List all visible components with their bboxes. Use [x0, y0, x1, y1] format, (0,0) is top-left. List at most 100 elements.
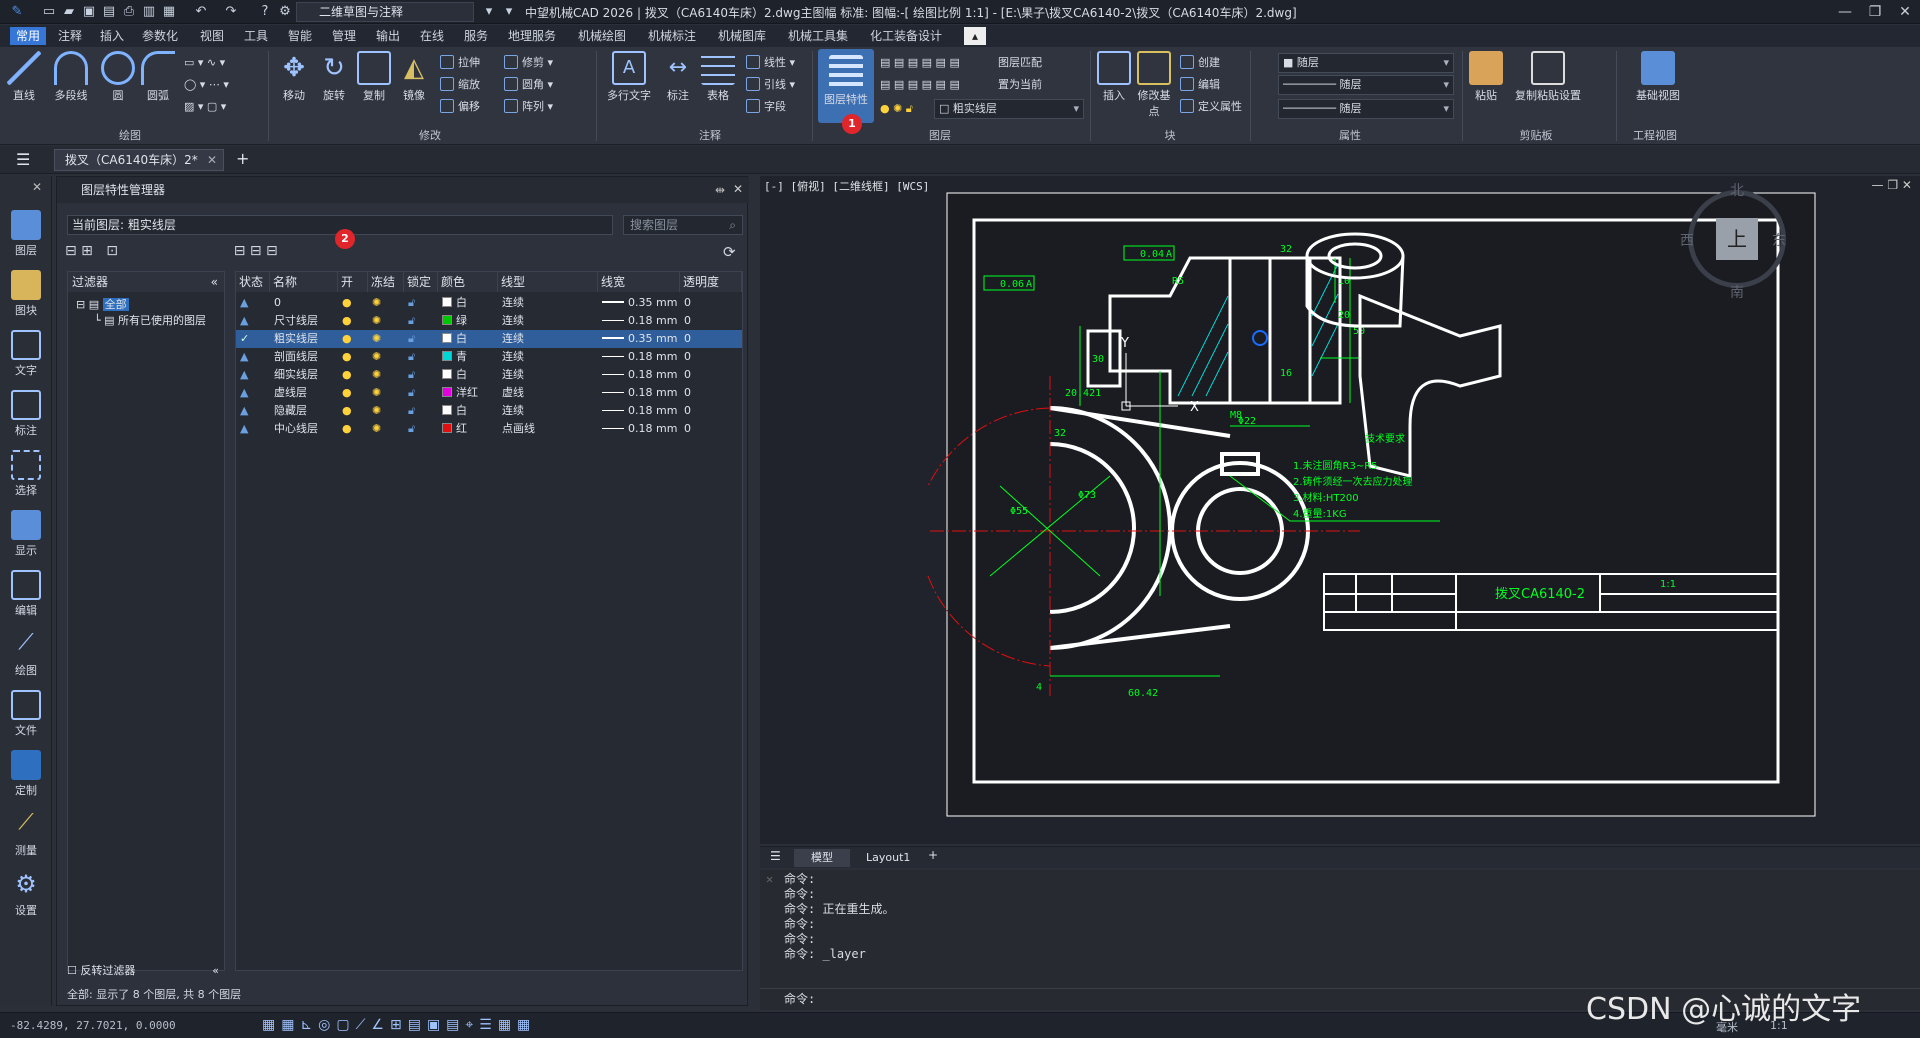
layer-row[interactable]: ✓ 粗实线层 ● ✺ 🔓︎ 白 连续 0.35 mm 0: [236, 330, 742, 348]
leader-button[interactable]: 引线 ▾: [746, 75, 795, 95]
sun-freeze-icon[interactable]: ✺: [372, 312, 381, 330]
tool-select[interactable]: 选择: [4, 446, 48, 502]
layer-row[interactable]: ▲ 细实线层 ● ✺ 🔓︎ 白 连续 0.18 mm 0: [236, 366, 742, 384]
refresh-icon[interactable]: ⟳: [723, 243, 736, 261]
current-layer-dropdown[interactable]: □ 粗实线层: [934, 99, 1084, 119]
layer-lineweight[interactable]: 0.18 mm: [602, 402, 677, 420]
lock-icon[interactable]: 🔓︎: [408, 348, 415, 366]
layer-tools-row2[interactable]: ▤ ▤ ▤ ▤ ▤ ▤: [880, 75, 960, 95]
trim-button[interactable]: 修剪 ▾: [504, 53, 553, 73]
move-button[interactable]: ✥ 移动: [276, 51, 312, 103]
annotate-group-label[interactable]: 注释: [680, 127, 740, 143]
draw-group-label[interactable]: 绘图: [100, 127, 160, 143]
define-attribute-button[interactable]: 定义属性: [1180, 97, 1242, 117]
lock-icon[interactable]: 🔓︎: [408, 384, 415, 402]
col-status[interactable]: 状态: [236, 272, 270, 292]
layer-row[interactable]: ▲ 0 ● ✺ 🔓︎ 白 连续 0.35 mm 0: [236, 294, 742, 312]
layer-color[interactable]: 白: [442, 330, 467, 348]
tool-text[interactable]: 文字: [4, 326, 48, 382]
mirror-button[interactable]: ◭ 镜像: [396, 51, 432, 103]
layer-linetype[interactable]: 连续: [502, 294, 524, 312]
panel-pin-icon[interactable]: ⇹: [715, 183, 725, 197]
filter-used-node[interactable]: └ ▤ 所有已使用的图层: [94, 312, 206, 328]
circle-button[interactable]: 圆: [100, 51, 136, 103]
preview-icon[interactable]: ▦: [160, 3, 178, 21]
layer-name[interactable]: 隐藏层: [274, 402, 307, 420]
quick-access-menu-icon[interactable]: ▾: [500, 3, 518, 21]
layer-state-icons[interactable]: ● ✺ 🔓︎: [880, 99, 913, 119]
layer-lineweight[interactable]: 0.18 mm: [602, 420, 677, 438]
block-group-label[interactable]: 块: [1150, 127, 1190, 143]
tab-service[interactable]: 服务: [458, 27, 494, 45]
color-dropdown[interactable]: ■ 随层: [1278, 53, 1454, 73]
tab-mech-dim[interactable]: 机械标注: [642, 27, 702, 45]
copy-button[interactable]: 复制: [356, 51, 392, 103]
layer-transparency[interactable]: 0: [684, 348, 691, 366]
collapse-icon[interactable]: «: [212, 961, 219, 981]
layer-linetype[interactable]: 连续: [502, 366, 524, 384]
tab-model[interactable]: 模型: [794, 849, 850, 867]
viewcube-top-face[interactable]: 上: [1716, 218, 1758, 260]
tab-online[interactable]: 在线: [414, 27, 450, 45]
tab-geo[interactable]: 地理服务: [502, 27, 562, 45]
fillet-button[interactable]: 圆角 ▾: [504, 75, 553, 95]
layer-linetype[interactable]: 连续: [502, 312, 524, 330]
tool-file[interactable]: 文件: [4, 686, 48, 742]
layer-row[interactable]: ▲ 虚线层 ● ✺ 🔓︎ 洋红 虚线 0.18 mm 0: [236, 384, 742, 402]
tool-display[interactable]: 显示: [4, 506, 48, 562]
layer-tools-row1[interactable]: ▤ ▤ ▤ ▤ ▤ ▤: [880, 53, 960, 73]
lightbulb-icon[interactable]: ●: [342, 366, 352, 384]
sun-freeze-icon[interactable]: ✺: [372, 402, 381, 420]
layer-row[interactable]: ▲ 中心线层 ● ✺ 🔓︎ 红 点画线 0.18 mm 0: [236, 420, 742, 438]
panel-close-icon[interactable]: ✕: [733, 182, 743, 196]
tab-tools[interactable]: 工具: [238, 27, 274, 45]
help-icon[interactable]: ?: [256, 3, 274, 21]
col-lineweight[interactable]: 线宽: [598, 272, 680, 292]
save-as-icon[interactable]: ▤: [100, 3, 118, 21]
base-view-button[interactable]: 基础视图: [1630, 51, 1686, 103]
layer-lineweight[interactable]: 0.18 mm: [602, 348, 677, 366]
tab-mech-tools[interactable]: 机械工具集: [782, 27, 854, 45]
create-block-button[interactable]: 创建: [1180, 53, 1220, 73]
layer-name[interactable]: 尺寸线层: [274, 312, 318, 330]
redo-icon[interactable]: ↷: [222, 3, 240, 21]
tab-overflow-button[interactable]: ▴: [964, 27, 986, 45]
viewcube-south[interactable]: 南: [1730, 282, 1744, 302]
layer-transparency[interactable]: 0: [684, 366, 691, 384]
sun-freeze-icon[interactable]: ✺: [372, 330, 381, 348]
sun-freeze-icon[interactable]: ✺: [372, 294, 381, 312]
layers-group-label[interactable]: 图层: [910, 127, 970, 143]
lineweight-dropdown[interactable]: ──────── 随层: [1278, 99, 1454, 119]
lock-icon[interactable]: 🔓︎: [408, 330, 415, 348]
open-file-icon[interactable]: ▰: [60, 3, 78, 21]
col-color[interactable]: 颜色: [438, 272, 498, 292]
offset-button[interactable]: 偏移: [440, 97, 480, 117]
tab-smart[interactable]: 智能: [282, 27, 318, 45]
linetype-dropdown[interactable]: ──────── 随层: [1278, 75, 1454, 95]
layer-properties-button[interactable]: 图层特性: [818, 49, 874, 123]
layer-lineweight[interactable]: 0.18 mm: [602, 384, 677, 402]
sun-freeze-icon[interactable]: ✺: [372, 420, 381, 438]
lock-icon[interactable]: 🔓︎: [408, 402, 415, 420]
layer-transparency[interactable]: 0: [684, 402, 691, 420]
drawing-view-group-label[interactable]: 工程视图: [1620, 127, 1690, 143]
tab-chem[interactable]: 化工装备设计: [864, 27, 948, 45]
modify-group-label[interactable]: 修改: [400, 127, 460, 143]
line-button[interactable]: 直线: [6, 51, 42, 103]
layer-color[interactable]: 白: [442, 402, 467, 420]
layer-linetype[interactable]: 点画线: [502, 420, 535, 438]
dim-button[interactable]: ↔ 标注: [660, 51, 696, 103]
tool-customize[interactable]: 定制: [4, 746, 48, 802]
layer-name[interactable]: 剖面线层: [274, 348, 318, 366]
layer-color[interactable]: 红: [442, 420, 467, 438]
layer-transparency[interactable]: 0: [684, 384, 691, 402]
lock-icon[interactable]: 🔓︎: [408, 420, 415, 438]
layer-transparency[interactable]: 0: [684, 330, 691, 348]
tool-settings[interactable]: ⚙ 设置: [4, 866, 48, 922]
tab-annotate[interactable]: 注释: [52, 27, 88, 45]
layer-name[interactable]: 粗实线层: [274, 330, 318, 348]
rotate-button[interactable]: ↻ 旋转: [316, 51, 352, 103]
tab-parametric[interactable]: 参数化: [136, 27, 184, 45]
layer-lineweight[interactable]: 0.35 mm: [602, 294, 677, 312]
add-layout-button[interactable]: +: [928, 848, 938, 862]
